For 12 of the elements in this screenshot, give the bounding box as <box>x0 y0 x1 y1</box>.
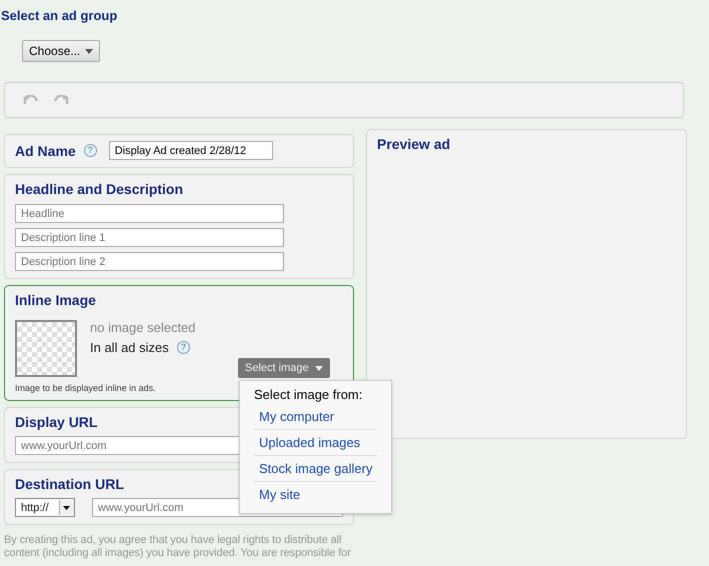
disclaimer-text: By creating this ad, you agree that you have legal rights to distribute all content (including all images) you have provided. You are responsible for <box>4 534 352 560</box>
panel-title: Preview ad <box>377 136 450 152</box>
panel-title: Inline Image <box>15 292 96 308</box>
menu-title: Select image from: <box>254 387 364 402</box>
image-status: no image selected <box>90 320 196 335</box>
ad-name-label: Ad Name <box>15 142 76 158</box>
section-heading: Select an ad group <box>0 8 118 23</box>
ad-sizes-label: In all ad sizes <box>90 340 169 355</box>
panel-title: Display URL <box>15 414 98 430</box>
panel-title: Headline and Description <box>15 181 184 197</box>
image-note: Image to be displayed inline in ads. <box>15 383 156 393</box>
panel-title: Destination URL <box>15 476 124 492</box>
